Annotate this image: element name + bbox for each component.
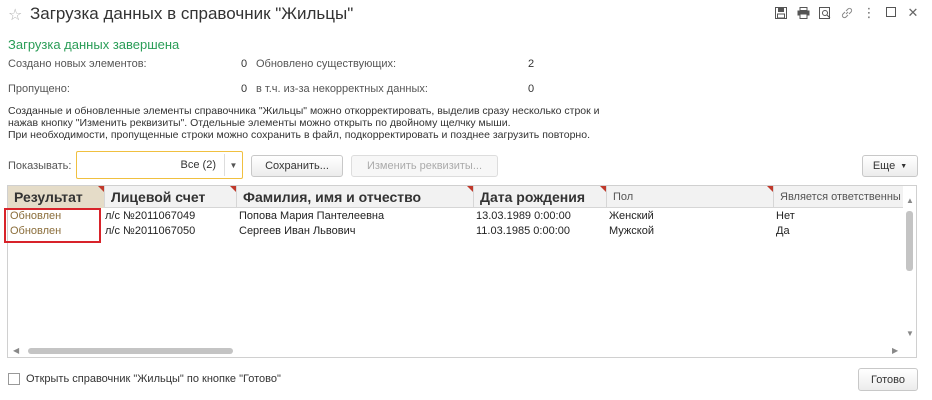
open-catalog-checkbox-label[interactable]: Открыть справочник "Жильцы" по кнопке "Г… bbox=[26, 373, 281, 385]
incorrect-label: в т.ч. из-за некорректных данных: bbox=[256, 83, 428, 95]
window-toolbar: ⋮ ✕ bbox=[770, 5, 924, 21]
scroll-down-icon[interactable]: ▼ bbox=[906, 329, 914, 338]
link-icon[interactable] bbox=[836, 5, 858, 21]
save-button[interactable]: Сохранить... bbox=[251, 155, 343, 177]
more-button-label: Еще bbox=[872, 160, 896, 172]
scroll-right-icon[interactable]: ▶ bbox=[892, 346, 898, 355]
open-catalog-checkbox[interactable] bbox=[8, 373, 20, 385]
column-header-result[interactable]: Результат bbox=[8, 186, 105, 208]
table-row[interactable]: Обновлен л/с №2011067049 Попова Мария Па… bbox=[8, 209, 905, 224]
cell-account: л/с №2011067049 bbox=[105, 210, 196, 222]
more-button[interactable]: Еще ▼ bbox=[862, 155, 918, 177]
cell-account: л/с №2011067050 bbox=[105, 225, 196, 237]
cell-gender: Мужской bbox=[609, 225, 654, 237]
skipped-label: Пропущено: bbox=[8, 83, 70, 95]
scroll-up-icon[interactable]: ▲ bbox=[906, 196, 914, 205]
window-title: Загрузка данных в справочник "Жильцы" bbox=[30, 4, 354, 23]
edit-attributes-button[interactable]: Изменить реквизиты... bbox=[351, 155, 498, 177]
vertical-scroll-thumb[interactable] bbox=[906, 211, 913, 271]
skipped-value: 0 bbox=[241, 83, 248, 95]
status-message: Загрузка данных завершена bbox=[8, 37, 180, 52]
incorrect-value: 0 bbox=[528, 83, 535, 95]
results-table[interactable]: Результат Лицевой счет Фамилия, имя и от… bbox=[7, 185, 917, 358]
table-header: Результат Лицевой счет Фамилия, имя и от… bbox=[8, 186, 916, 208]
column-header-gender[interactable]: Пол bbox=[607, 186, 774, 208]
chevron-down-icon[interactable]: ▼ bbox=[224, 154, 242, 176]
cell-gender: Женский bbox=[609, 210, 654, 222]
cell-responsible: Нет bbox=[776, 210, 795, 222]
cell-name: Попова Мария Пантелеевна bbox=[239, 210, 385, 222]
favorite-star-icon[interactable]: ☆ bbox=[8, 5, 22, 25]
cell-result: Обновлен bbox=[10, 225, 62, 237]
info-note: Созданные и обновленные элементы справоч… bbox=[8, 105, 708, 141]
close-icon[interactable]: ✕ bbox=[902, 5, 924, 21]
more-icon[interactable]: ⋮ bbox=[858, 5, 880, 21]
created-label: Создано новых элементов: bbox=[8, 58, 147, 70]
column-header-responsible[interactable]: Является ответственны bbox=[774, 186, 905, 208]
column-header-birthdate[interactable]: Дата рождения bbox=[474, 186, 607, 208]
vertical-scrollbar[interactable]: ▲ ▼ bbox=[903, 186, 916, 357]
show-filter-select[interactable]: Все (2) ▼ bbox=[76, 151, 243, 179]
show-label: Показывать: bbox=[8, 160, 72, 172]
updated-value: 2 bbox=[528, 58, 535, 70]
column-header-name[interactable]: Фамилия, имя и отчество bbox=[237, 186, 474, 208]
note-line: При необходимости, пропущенные строки мо… bbox=[8, 129, 590, 141]
updated-label: Обновлено существующих: bbox=[256, 58, 397, 70]
save-icon[interactable] bbox=[770, 5, 792, 21]
horizontal-scroll-thumb[interactable] bbox=[28, 348, 233, 354]
done-button[interactable]: Готово bbox=[858, 368, 918, 391]
print-icon[interactable] bbox=[792, 5, 814, 21]
maximize-icon[interactable] bbox=[880, 5, 902, 21]
scroll-left-icon[interactable]: ◀ bbox=[13, 346, 19, 355]
cell-birthdate: 13.03.1989 0:00:00 bbox=[476, 210, 571, 222]
chevron-down-icon: ▼ bbox=[900, 162, 908, 170]
note-line: Созданные и обновленные элементы справоч… bbox=[8, 105, 600, 117]
horizontal-scrollbar[interactable]: ◀ ▶ bbox=[8, 345, 905, 357]
table-row[interactable]: Обновлен л/с №2011067050 Сергеев Иван Ль… bbox=[8, 224, 905, 239]
cell-birthdate: 11.03.1985 0:00:00 bbox=[476, 225, 570, 237]
preview-icon[interactable] bbox=[814, 5, 836, 21]
column-header-account[interactable]: Лицевой счет bbox=[105, 186, 237, 208]
cell-result: Обновлен bbox=[10, 210, 62, 222]
note-line: нажав кнопку "Изменить реквизиты". Отдел… bbox=[8, 117, 511, 129]
cell-responsible: Да bbox=[776, 225, 790, 237]
cell-name: Сергеев Иван Львович bbox=[239, 225, 356, 237]
show-filter-value: Все (2) bbox=[180, 159, 216, 171]
created-value: 0 bbox=[241, 58, 248, 70]
